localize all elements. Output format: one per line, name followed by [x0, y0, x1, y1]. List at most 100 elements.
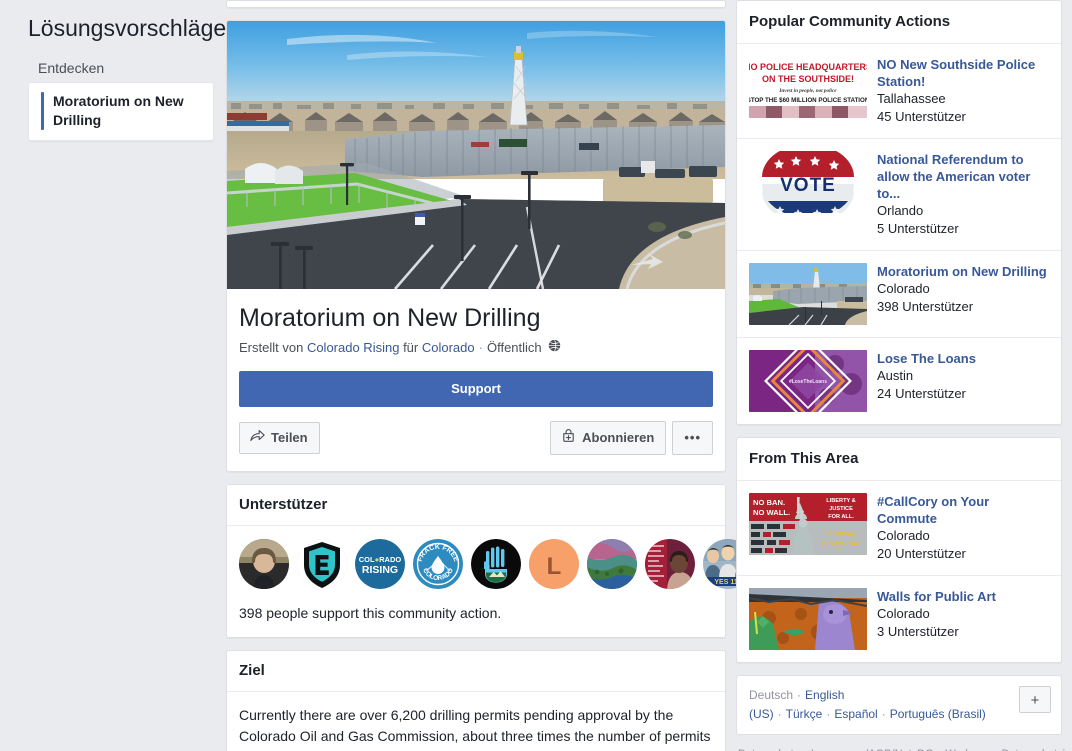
language-turkce[interactable]: Türkçe	[786, 707, 823, 721]
list-item[interactable]: Walls for Public Art Colorado 3 Unterstü…	[737, 576, 1061, 662]
secondary-button-group: Abonnieren •••	[550, 421, 713, 455]
share-button[interactable]: Teilen	[239, 422, 320, 454]
language-selector-card: Deutsch · English (US) · Türkçe · Español · Port…	[736, 675, 1062, 735]
supporters-count-text: 398 people support this community action…	[239, 605, 502, 621]
list-item-location: Orlando	[877, 203, 924, 218]
list-item-supporters: 45 Unterstützer	[877, 109, 966, 124]
language-espanol[interactable]: Español	[834, 707, 877, 721]
language-deutsch[interactable]: Deutsch	[749, 688, 793, 702]
popular-heading: Popular Community Actions	[737, 1, 1061, 44]
svg-text:NO WALL.: NO WALL.	[753, 508, 790, 517]
svg-text:JUSTICE: JUSTICE	[829, 506, 853, 512]
share-arrow-icon	[250, 429, 265, 446]
list-item-supporters: 5 Unterstützer	[877, 221, 959, 236]
meta-mid: für	[403, 340, 419, 355]
avatar-landscape-art[interactable]	[587, 539, 637, 589]
action-button-row: Teilen Abonnieren •••	[239, 421, 713, 455]
globe-icon	[548, 339, 561, 357]
avatar-person-photo[interactable]	[239, 539, 289, 589]
privacy-label: Öffentlich	[486, 340, 542, 355]
popular-community-actions-card: Popular Community Actions NO POLICE HEAD…	[736, 0, 1062, 425]
language-list: Deutsch · English (US) · Türkçe · Español · Port…	[749, 688, 986, 721]
page-root: Lösungsvorschläge Entdecken Moratorium o…	[0, 0, 1072, 751]
main-content-column: Moratorium on New Drilling Erstellt von …	[226, 0, 753, 751]
svg-text:L: L	[547, 553, 562, 580]
left-sidebar: Lösungsvorschläge Entdecken Moratorium o…	[0, 0, 226, 141]
legal-footer: Datenschutz·Impressum/AGB/NetzDG·Werbung…	[736, 745, 1072, 751]
list-item-text: #CallCory on Your Commute Colorado 20 Un…	[877, 493, 1049, 563]
language-portugues-brasil[interactable]: Português (Brasil)	[890, 707, 986, 721]
svg-text:STOP THE $60 MILLION POLICE ST: STOP THE $60 MILLION POLICE STATION	[749, 97, 867, 104]
list-item-text: National Referendum to allow the America…	[877, 151, 1049, 238]
from-this-area-card: From This Area NO BAN. NO WALL. LIBERTY …	[736, 437, 1062, 663]
svg-text:202-224-5941: 202-224-5941	[821, 541, 861, 548]
svg-text:Invest in people, not police: Invest in people, not police	[778, 88, 837, 94]
list-item-text: Lose The Loans Austin 24 Unterstützer	[877, 350, 976, 412]
page-title: Lösungsvorschläge	[28, 15, 227, 41]
svg-text:FOR ALL.: FOR ALL.	[828, 514, 854, 520]
list-item[interactable]: Moratorium on New Drilling Colorado 398 …	[737, 251, 1061, 338]
supporters-card: Unterstützer COL●RADO RISING FRACK FREE …	[226, 484, 753, 638]
svg-text:LIBERTY &: LIBERTY &	[826, 498, 855, 504]
supporters-body: COL●RADO RISING FRACK FREE COLORADO L YE…	[227, 526, 753, 637]
svg-text:NO POLICE HEADQUARTERS: NO POLICE HEADQUARTERS	[749, 62, 867, 72]
action-body: Moratorium on New Drilling Erstellt von …	[227, 289, 725, 471]
svg-text:NO BAN.: NO BAN.	[753, 498, 785, 507]
list-item[interactable]: NO POLICE HEADQUARTERS ON THE SOUTHSIDE!…	[737, 44, 1061, 139]
avatar-poster-portrait[interactable]	[645, 539, 695, 589]
goal-heading: Ziel	[227, 651, 725, 692]
list-item-title[interactable]: Moratorium on New Drilling	[877, 263, 1047, 280]
list-item-text: Moratorium on New Drilling Colorado 398 …	[877, 263, 1047, 325]
add-to-basket-icon	[561, 428, 576, 447]
meta-prefix: Erstellt von	[239, 340, 304, 355]
subscribe-button-label: Abonnieren	[582, 429, 655, 445]
support-button[interactable]: Support	[239, 371, 713, 407]
previous-card-stub	[226, 0, 726, 8]
list-item-supporters: 24 Unterstützer	[877, 386, 966, 401]
add-language-button[interactable]: +	[1019, 686, 1051, 713]
creator-link[interactable]: Colorado Rising	[307, 339, 400, 357]
list-item-title[interactable]: #CallCory on Your Commute	[877, 493, 1049, 527]
avatar-hand-mountain-logo[interactable]	[471, 539, 521, 589]
vote-badge-thumbnail: VOTE	[749, 151, 867, 213]
sidebar-item-moratorium-on-new-drilling[interactable]: Moratorium on New Drilling	[28, 82, 214, 141]
action-title: Moratorium on New Drilling	[239, 304, 541, 332]
list-item[interactable]: #LoseTheLoans Lose The Loans Austin 24 U…	[737, 338, 1061, 424]
street-art-mural-photo-thumbnail	[749, 588, 867, 650]
more-options-button[interactable]: •••	[672, 421, 713, 455]
list-item-location: Colorado	[877, 528, 930, 543]
supporters-heading: Unterstützer	[227, 485, 725, 526]
list-item-supporters: 20 Unterstützer	[877, 546, 966, 561]
svg-text:ON THE SOUTHSIDE!: ON THE SOUTHSIDE!	[762, 74, 854, 84]
list-item-title[interactable]: Walls for Public Art	[877, 588, 996, 605]
place-link[interactable]: Colorado	[422, 339, 475, 357]
list-item-title[interactable]: NO New Southside Police Station!	[877, 56, 1049, 90]
list-item-location: Colorado	[877, 281, 930, 296]
goal-card: Ziel Currently there are over 6,200 dril…	[226, 650, 726, 751]
subscribe-button[interactable]: Abonnieren	[550, 421, 667, 455]
avatar-frack-free-colorado-logo[interactable]: FRACK FREE COLORADO	[413, 539, 463, 589]
area-heading: From This Area	[737, 438, 1061, 481]
meta-separator: ·	[478, 340, 483, 355]
supporter-avatar-list: COL●RADO RISING FRACK FREE COLORADO L YE…	[239, 539, 753, 589]
goal-text: Currently there are over 6,200 drilling …	[239, 707, 711, 751]
hero-image	[227, 21, 725, 289]
active-indicator-bar	[41, 92, 44, 130]
list-item-location: Tallahassee	[877, 91, 946, 106]
avatar-letter-l[interactable]: L	[529, 539, 579, 589]
list-item-supporters: 3 Unterstützer	[877, 624, 959, 639]
list-item-title[interactable]: National Referendum to allow the America…	[877, 151, 1049, 202]
list-item-location: Colorado	[877, 606, 930, 621]
list-item[interactable]: VOTE National Referendum to allow the Am…	[737, 139, 1061, 251]
drilling-rig-photo-thumbnail	[749, 263, 867, 325]
list-item-text: NO New Southside Police Station! Tallaha…	[877, 56, 1049, 126]
list-item[interactable]: NO BAN. NO WALL. LIBERTY & JUSTICE FOR A…	[737, 481, 1061, 576]
right-sidebar: Popular Community Actions NO POLICE HEAD…	[726, 0, 1072, 751]
avatar-shield-e-logo[interactable]	[297, 539, 347, 589]
list-item-title[interactable]: Lose The Loans	[877, 350, 976, 367]
community-action-card: Moratorium on New Drilling Erstellt von …	[226, 20, 726, 472]
avatar-colorado-rising-logo[interactable]: COL●RADO RISING	[355, 539, 405, 589]
svg-text:COL●RADO: COL●RADO	[359, 555, 402, 564]
share-button-label: Teilen	[271, 429, 308, 445]
list-item-supporters: 398 Unterstützer	[877, 299, 974, 314]
